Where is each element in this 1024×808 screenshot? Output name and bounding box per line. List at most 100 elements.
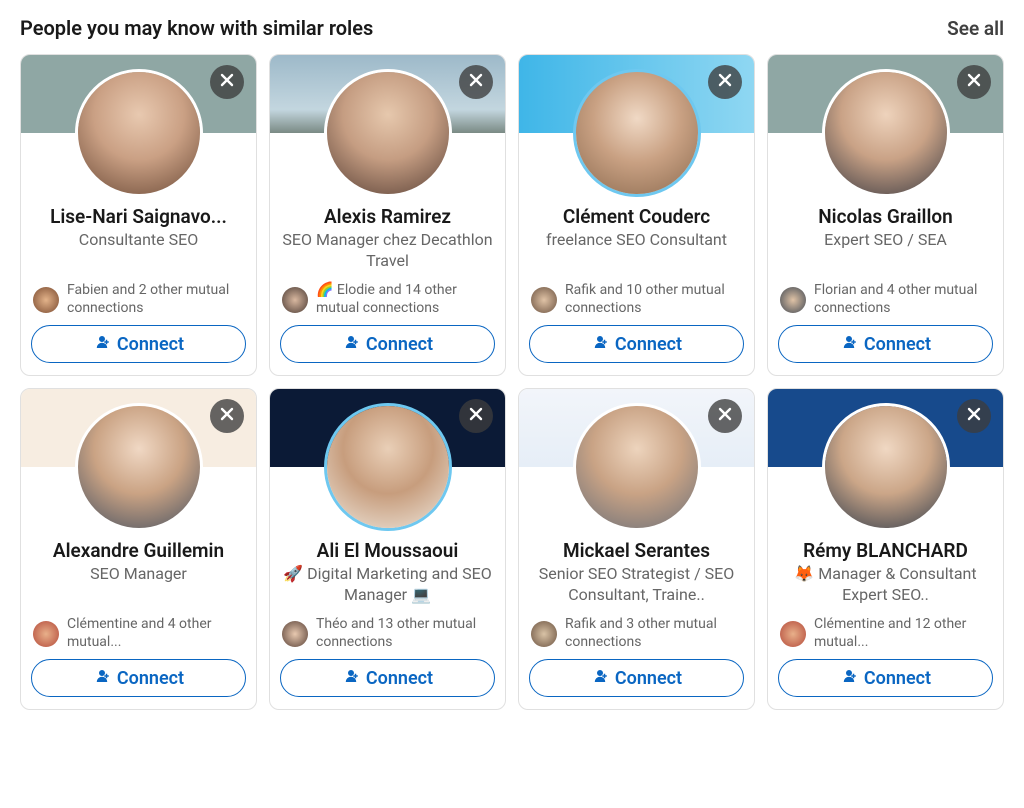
avatar-image	[825, 72, 947, 194]
person-card[interactable]: Alexandre Guillemin SEO Manager Clémenti…	[20, 388, 257, 710]
person-role: 🚀 Digital Marketing and SEO Manager 💻	[282, 564, 493, 606]
dismiss-button[interactable]	[957, 65, 991, 99]
avatar-image	[327, 406, 449, 528]
connect-label: Connect	[615, 668, 682, 689]
connect-label: Connect	[117, 334, 184, 355]
person-name[interactable]: Alexandre Guillemin	[33, 539, 244, 562]
mutual-avatar	[780, 621, 806, 647]
close-icon	[219, 406, 235, 426]
mutual-connections[interactable]: Fabien and 2 other mutual connections	[33, 282, 244, 317]
person-role: Expert SEO / SEA	[780, 230, 991, 272]
mutual-connections[interactable]: Rafik and 10 other mutual connections	[531, 282, 742, 317]
person-card[interactable]: Nicolas Graillon Expert SEO / SEA Floria…	[767, 54, 1004, 376]
section-title: People you may know with similar roles	[20, 16, 373, 40]
person-card[interactable]: Mickael Serantes Senior SEO Strategist /…	[518, 388, 755, 710]
avatar[interactable]	[75, 403, 203, 531]
mutual-connections[interactable]: Clémentine and 12 other mutual...	[780, 616, 991, 651]
mutual-connections[interactable]: Clémentine and 4 other mutual...	[33, 616, 244, 651]
person-card[interactable]: Ali El Moussaoui 🚀 Digital Marketing and…	[269, 388, 506, 710]
person-role: 🦊 Manager & Consultant Expert SEO..	[780, 564, 991, 606]
dismiss-button[interactable]	[957, 399, 991, 433]
connect-icon	[93, 333, 111, 356]
mutual-avatar	[531, 287, 557, 313]
mutual-avatar	[282, 287, 308, 313]
person-name[interactable]: Alexis Ramirez	[282, 205, 493, 228]
mutual-text: Fabien and 2 other mutual connections	[67, 282, 244, 317]
mutual-connections[interactable]: Rafik and 3 other mutual connections	[531, 616, 742, 651]
person-name[interactable]: Clément Couderc	[531, 205, 742, 228]
mutual-text: Clémentine and 4 other mutual...	[67, 616, 244, 651]
person-role: SEO Manager	[33, 564, 244, 606]
mutual-connections[interactable]: Florian and 4 other mutual connections	[780, 282, 991, 317]
dismiss-button[interactable]	[708, 399, 742, 433]
mutual-avatar	[780, 287, 806, 313]
connect-label: Connect	[864, 334, 931, 355]
person-name[interactable]: Rémy BLANCHARD	[780, 539, 991, 562]
connect-icon	[840, 333, 858, 356]
dismiss-button[interactable]	[708, 65, 742, 99]
avatar[interactable]	[324, 403, 452, 531]
connect-button[interactable]: Connect	[31, 325, 246, 363]
person-card[interactable]: Rémy BLANCHARD 🦊 Manager & Consultant Ex…	[767, 388, 1004, 710]
avatar-image	[825, 406, 947, 528]
mutual-avatar	[531, 621, 557, 647]
connect-button[interactable]: Connect	[280, 659, 495, 697]
avatar[interactable]	[573, 69, 701, 197]
connect-label: Connect	[366, 334, 433, 355]
person-role: SEO Manager chez Decathlon Travel	[282, 230, 493, 272]
people-grid: Lise-Nari Saignavo... Consultante SEO Fa…	[20, 54, 1004, 710]
avatar-image	[327, 72, 449, 194]
connect-icon	[840, 667, 858, 690]
person-card[interactable]: Clément Couderc freelance SEO Consultant…	[518, 54, 755, 376]
connect-button[interactable]: Connect	[31, 659, 246, 697]
person-card[interactable]: Lise-Nari Saignavo... Consultante SEO Fa…	[20, 54, 257, 376]
connect-icon	[591, 333, 609, 356]
connect-icon	[93, 667, 111, 690]
dismiss-button[interactable]	[459, 399, 493, 433]
avatar-image	[78, 406, 200, 528]
person-role: Consultante SEO	[33, 230, 244, 272]
mutual-text: Clémentine and 12 other mutual...	[814, 616, 991, 651]
person-role: Senior SEO Strategist / SEO Consultant, …	[531, 564, 742, 606]
connect-label: Connect	[117, 668, 184, 689]
mutual-connections[interactable]: Théo and 13 other mutual connections	[282, 616, 493, 651]
dismiss-button[interactable]	[459, 65, 493, 99]
connect-button[interactable]: Connect	[280, 325, 495, 363]
dismiss-button[interactable]	[210, 399, 244, 433]
person-name[interactable]: Lise-Nari Saignavo...	[33, 205, 244, 228]
avatar-image	[576, 72, 698, 194]
connect-label: Connect	[366, 668, 433, 689]
close-icon	[717, 72, 733, 92]
connect-button[interactable]: Connect	[529, 659, 744, 697]
person-name[interactable]: Ali El Moussaoui	[282, 539, 493, 562]
connect-label: Connect	[615, 334, 682, 355]
avatar[interactable]	[324, 69, 452, 197]
mutual-text: Rafik and 3 other mutual connections	[565, 616, 742, 651]
mutual-avatar	[33, 287, 59, 313]
mutual-text: 🌈 Elodie and 14 other mutual connections	[316, 282, 493, 317]
avatar-image	[78, 72, 200, 194]
section-header: People you may know with similar roles S…	[20, 16, 1004, 40]
connect-button[interactable]: Connect	[529, 325, 744, 363]
mutual-text: Théo and 13 other mutual connections	[316, 616, 493, 651]
mutual-avatar	[33, 621, 59, 647]
see-all-link[interactable]: See all	[947, 17, 1004, 40]
close-icon	[717, 406, 733, 426]
avatar[interactable]	[75, 69, 203, 197]
close-icon	[468, 72, 484, 92]
avatar-image	[576, 406, 698, 528]
connect-button[interactable]: Connect	[778, 325, 993, 363]
avatar[interactable]	[573, 403, 701, 531]
close-icon	[468, 406, 484, 426]
connect-label: Connect	[864, 668, 931, 689]
person-name[interactable]: Nicolas Graillon	[780, 205, 991, 228]
avatar[interactable]	[822, 69, 950, 197]
mutual-avatar	[282, 621, 308, 647]
person-card[interactable]: Alexis Ramirez SEO Manager chez Decathlo…	[269, 54, 506, 376]
avatar[interactable]	[822, 403, 950, 531]
person-name[interactable]: Mickael Serantes	[531, 539, 742, 562]
connect-icon	[591, 667, 609, 690]
mutual-connections[interactable]: 🌈 Elodie and 14 other mutual connections	[282, 282, 493, 317]
connect-button[interactable]: Connect	[778, 659, 993, 697]
dismiss-button[interactable]	[210, 65, 244, 99]
